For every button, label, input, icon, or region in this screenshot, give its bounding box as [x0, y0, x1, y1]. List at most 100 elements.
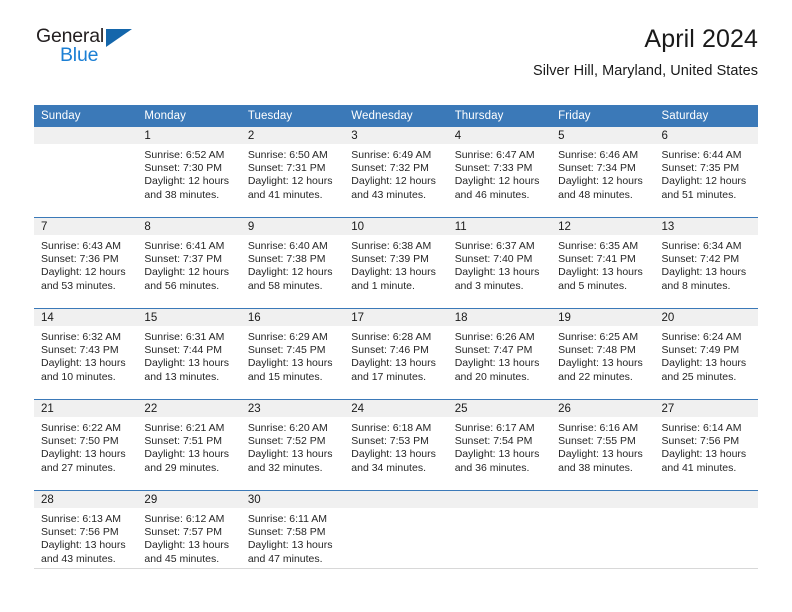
day-number: 24 — [344, 400, 448, 417]
calendar-day-cell[interactable]: 24 Sunrise: 6:18 AM Sunset: 7:53 PM Dayligh… — [344, 399, 448, 491]
calendar-day-cell[interactable]: 23 Sunrise: 6:20 AM Sunset: 7:52 PM Dayligh… — [240, 399, 345, 491]
sunrise-text: Sunrise: 6:41 AM — [144, 240, 225, 252]
day-number: 18 — [447, 309, 552, 326]
calendar-day-cell[interactable]: 11 Sunrise: 6:37 AM Sunset: 7:40 PM Dayligh… — [447, 217, 552, 309]
day-details: Sunrise: 6:34 AM Sunset: 7:42 PM Daylight:… — [655, 235, 758, 308]
calendar-day-cell[interactable]: 19 Sunrise: 6:25 AM Sunset: 7:48 PM Dayligh… — [551, 308, 655, 400]
daylight-text-line2: and 10 minutes. — [41, 370, 116, 383]
day-details: Sunrise: 6:31 AM Sunset: 7:44 PM Daylight:… — [137, 326, 240, 399]
sunrise-text: Sunrise: 6:26 AM — [454, 331, 535, 343]
brand-name-blue: Blue — [60, 44, 99, 66]
weekday-header-saturday: Saturday — [654, 105, 758, 127]
day-details: Sunrise: 6:25 AM Sunset: 7:48 PM Daylight:… — [551, 326, 654, 399]
daylight-text-line2: and 25 minutes. — [661, 370, 737, 383]
calendar-page: General Blue April 2024 Silver Hill, Mar… — [0, 0, 792, 612]
calendar-day-cell[interactable]: 20 Sunrise: 6:24 AM Sunset: 7:49 PM Dayligh… — [654, 308, 758, 400]
day-details: Sunrise: 6:52 AM Sunset: 7:30 PM Daylight:… — [137, 144, 240, 217]
calendar-day-cell[interactable]: 15 Sunrise: 6:31 AM Sunset: 7:44 PM Dayligh… — [137, 308, 241, 400]
sunset-text: Sunset: 7:43 PM — [41, 344, 119, 357]
calendar-day-cell[interactable]: 14 Sunrise: 6:32 AM Sunset: 7:43 PM Dayligh… — [34, 308, 138, 400]
calendar-day-cell[interactable]: 10 Sunrise: 6:38 AM Sunset: 7:39 PM Dayligh… — [344, 217, 448, 309]
calendar-day-cell[interactable]: 2 Sunrise: 6:50 AM Sunset: 7:31 PM Daylight… — [240, 127, 345, 218]
daylight-text-line2: and 3 minutes. — [454, 279, 524, 292]
brand-logo[interactable]: General Blue — [36, 26, 166, 72]
day-number: 2 — [240, 127, 345, 144]
calendar-day-cell[interactable]: 26 Sunrise: 6:16 AM Sunset: 7:55 PM Dayligh… — [551, 399, 655, 491]
sunset-text: Sunset: 7:48 PM — [558, 344, 636, 357]
sunrise-text: Sunrise: 6:43 AM — [41, 240, 121, 252]
sunset-text: Sunset: 7:32 PM — [351, 162, 429, 175]
sunset-text: Sunset: 7:54 PM — [454, 435, 533, 448]
daylight-text-line2: and 15 minutes. — [247, 370, 323, 383]
calendar-day-cell[interactable]: 21 Sunrise: 6:22 AM Sunset: 7:50 PM Dayligh… — [34, 399, 138, 491]
calendar-day-cell[interactable]: 13 Sunrise: 6:34 AM Sunset: 7:42 PM Dayligh… — [654, 217, 758, 309]
day-details: Sunrise: 6:14 AM Sunset: 7:56 PM Daylight:… — [655, 417, 758, 490]
sunset-text: Sunset: 7:34 PM — [558, 162, 636, 175]
sunset-text: Sunset: 7:39 PM — [351, 253, 429, 266]
daylight-text-line2: and 41 minutes. — [247, 188, 323, 201]
daylight-text-line1: Daylight: 13 hours — [661, 448, 747, 461]
sunrise-text: Sunrise: 6:46 AM — [558, 149, 639, 161]
calendar-day-cell[interactable]: 6 Sunrise: 6:44 AM Sunset: 7:35 PM Daylight… — [654, 127, 758, 218]
day-details: Sunrise: 6:13 AM Sunset: 7:56 PM Daylight:… — [34, 508, 137, 581]
daylight-text-line2: and 38 minutes. — [558, 461, 633, 474]
sunset-text: Sunset: 7:41 PM — [558, 253, 636, 266]
daylight-text-line1: Daylight: 13 hours — [661, 357, 747, 370]
page-title: April 2024 — [644, 25, 758, 53]
day-number: 7 — [34, 218, 138, 235]
sunrise-text: Sunrise: 6:17 AM — [454, 422, 535, 434]
day-number: 17 — [344, 309, 448, 326]
daylight-text-line1: Daylight: 13 hours — [558, 357, 643, 370]
day-number: 20 — [654, 309, 758, 326]
daylight-text-line1: Daylight: 13 hours — [454, 266, 540, 279]
calendar-day-cell[interactable]: 17 Sunrise: 6:28 AM Sunset: 7:46 PM Dayligh… — [344, 308, 448, 400]
day-number: 13 — [654, 218, 758, 235]
sunset-text: Sunset: 7:53 PM — [351, 435, 429, 448]
day-number: 22 — [137, 400, 241, 417]
calendar-day-cell[interactable]: 27 Sunrise: 6:14 AM Sunset: 7:56 PM Dayligh… — [654, 399, 758, 491]
calendar-day-cell[interactable]: 12 Sunrise: 6:35 AM Sunset: 7:41 PM Dayligh… — [551, 217, 655, 309]
daylight-text-line1: Daylight: 12 hours — [558, 175, 643, 188]
calendar-day-cell[interactable]: 4 Sunrise: 6:47 AM Sunset: 7:33 PM Daylight… — [447, 127, 552, 218]
calendar-day-cell[interactable]: 22 Sunrise: 6:21 AM Sunset: 7:51 PM Dayligh… — [137, 399, 241, 491]
calendar-day-cell[interactable]: 1 Sunrise: 6:52 AM Sunset: 7:30 PM Daylight… — [137, 127, 241, 218]
day-number — [447, 491, 552, 508]
calendar-day-cell[interactable]: 5 Sunrise: 6:46 AM Sunset: 7:34 PM Daylight… — [551, 127, 655, 218]
day-number: 5 — [551, 127, 655, 144]
day-number: 12 — [551, 218, 655, 235]
daylight-text-line2: and 53 minutes. — [41, 279, 116, 292]
daylight-text-line1: Daylight: 13 hours — [144, 539, 230, 552]
daylight-text-line1: Daylight: 13 hours — [351, 357, 436, 370]
day-number: 30 — [240, 491, 345, 508]
calendar-week-row: 7 Sunrise: 6:43 AM Sunset: 7:36 PM Daylight… — [34, 217, 758, 309]
calendar-day-cell[interactable]: 16 Sunrise: 6:29 AM Sunset: 7:45 PM Dayligh… — [240, 308, 345, 400]
day-details: Sunrise: 6:29 AM Sunset: 7:45 PM Daylight:… — [241, 326, 344, 399]
calendar-day-cell[interactable]: 7 Sunrise: 6:43 AM Sunset: 7:36 PM Daylight… — [34, 217, 138, 309]
day-details: Sunrise: 6:24 AM Sunset: 7:49 PM Daylight:… — [655, 326, 758, 399]
calendar-day-cell[interactable]: 3 Sunrise: 6:49 AM Sunset: 7:32 PM Daylight… — [344, 127, 448, 218]
day-details — [344, 508, 447, 581]
daylight-text-line2: and 36 minutes. — [454, 461, 530, 474]
calendar-day-cell[interactable]: 8 Sunrise: 6:41 AM Sunset: 7:37 PM Daylight… — [137, 217, 241, 309]
daylight-text-line2: and 5 minutes. — [558, 279, 627, 292]
weekday-header-thursday: Thursday — [447, 105, 552, 127]
sunrise-text: Sunrise: 6:37 AM — [454, 240, 535, 252]
calendar-day-cell[interactable]: 9 Sunrise: 6:40 AM Sunset: 7:38 PM Daylight… — [240, 217, 345, 309]
sunset-text: Sunset: 7:56 PM — [661, 435, 740, 448]
sunset-text: Sunset: 7:58 PM — [247, 526, 326, 539]
daylight-text-line2: and 27 minutes. — [41, 461, 116, 474]
calendar-day-cell[interactable]: 18 Sunrise: 6:26 AM Sunset: 7:47 PM Dayligh… — [447, 308, 552, 400]
sunrise-text: Sunrise: 6:20 AM — [247, 422, 328, 434]
day-number — [344, 491, 448, 508]
calendar-day-cell[interactable]: 25 Sunrise: 6:17 AM Sunset: 7:54 PM Dayligh… — [447, 399, 552, 491]
day-number: 3 — [344, 127, 448, 144]
daylight-text-line1: Daylight: 13 hours — [454, 357, 540, 370]
daylight-text-line2: and 45 minutes. — [144, 552, 220, 565]
daylight-text-line1: Daylight: 12 hours — [41, 266, 126, 279]
daylight-text-line2: and 38 minutes. — [144, 188, 220, 201]
daylight-text-line1: Daylight: 12 hours — [247, 175, 333, 188]
day-number: 16 — [240, 309, 345, 326]
sunrise-text: Sunrise: 6:44 AM — [661, 149, 742, 161]
title-block: April 2024 Silver Hill, Maryland, United… — [533, 24, 758, 80]
page-subtitle: Silver Hill, Maryland, United States — [532, 63, 758, 79]
